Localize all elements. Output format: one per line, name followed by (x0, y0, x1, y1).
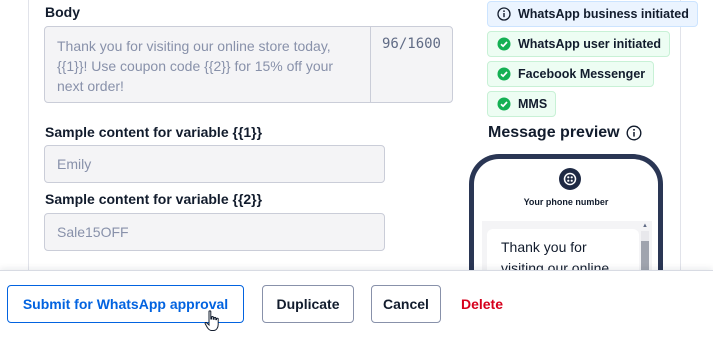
badge-whatsapp-business-initiated: WhatsApp business initiated (487, 1, 698, 27)
variable-1-label: Sample content for variable {{1}} (45, 124, 263, 140)
cancel-button[interactable]: Cancel (371, 285, 441, 323)
badge-label: WhatsApp business initiated (518, 7, 689, 21)
info-icon[interactable] (626, 125, 642, 141)
hand-cursor-icon (204, 310, 222, 332)
variable-2-label: Sample content for variable {{2}} (45, 191, 263, 207)
scroll-up-icon[interactable]: ▲ (642, 223, 648, 229)
badge-label: Facebook Messenger (518, 67, 646, 81)
variable-2-input[interactable]: Sale15OFF (44, 213, 385, 251)
body-textarea[interactable]: Thank you for visiting our online store … (44, 26, 453, 103)
body-text: Thank you for visiting our online store … (57, 38, 334, 94)
contact-avatar-icon (559, 168, 581, 190)
badge-label: MMS (518, 97, 548, 111)
delete-button[interactable]: Delete (449, 285, 515, 323)
check-circle-icon (497, 97, 511, 111)
badge-mms: MMS (487, 91, 557, 117)
check-circle-icon (497, 67, 511, 81)
badge-label: WhatsApp user initiated (518, 37, 662, 51)
badge-whatsapp-user-initiated: WhatsApp user initiated (487, 31, 671, 57)
character-counter: 96/1600 (370, 27, 452, 102)
panel-border-right (680, 0, 681, 272)
phone-number-label: Your phone number (523, 197, 609, 207)
action-footer: Submit for WhatsApp approval Duplicate C… (0, 270, 713, 339)
message-preview-heading: Message preview (488, 124, 642, 142)
badge-facebook-messenger: Facebook Messenger (487, 61, 655, 87)
variable-1-input[interactable]: Emily (44, 145, 385, 183)
duplicate-button[interactable]: Duplicate (262, 285, 354, 323)
info-icon (497, 7, 511, 21)
body-label: Body (45, 4, 80, 20)
check-circle-icon (497, 37, 511, 51)
message-preview-title: Message preview (488, 124, 620, 141)
panel-border-left (28, 0, 29, 272)
